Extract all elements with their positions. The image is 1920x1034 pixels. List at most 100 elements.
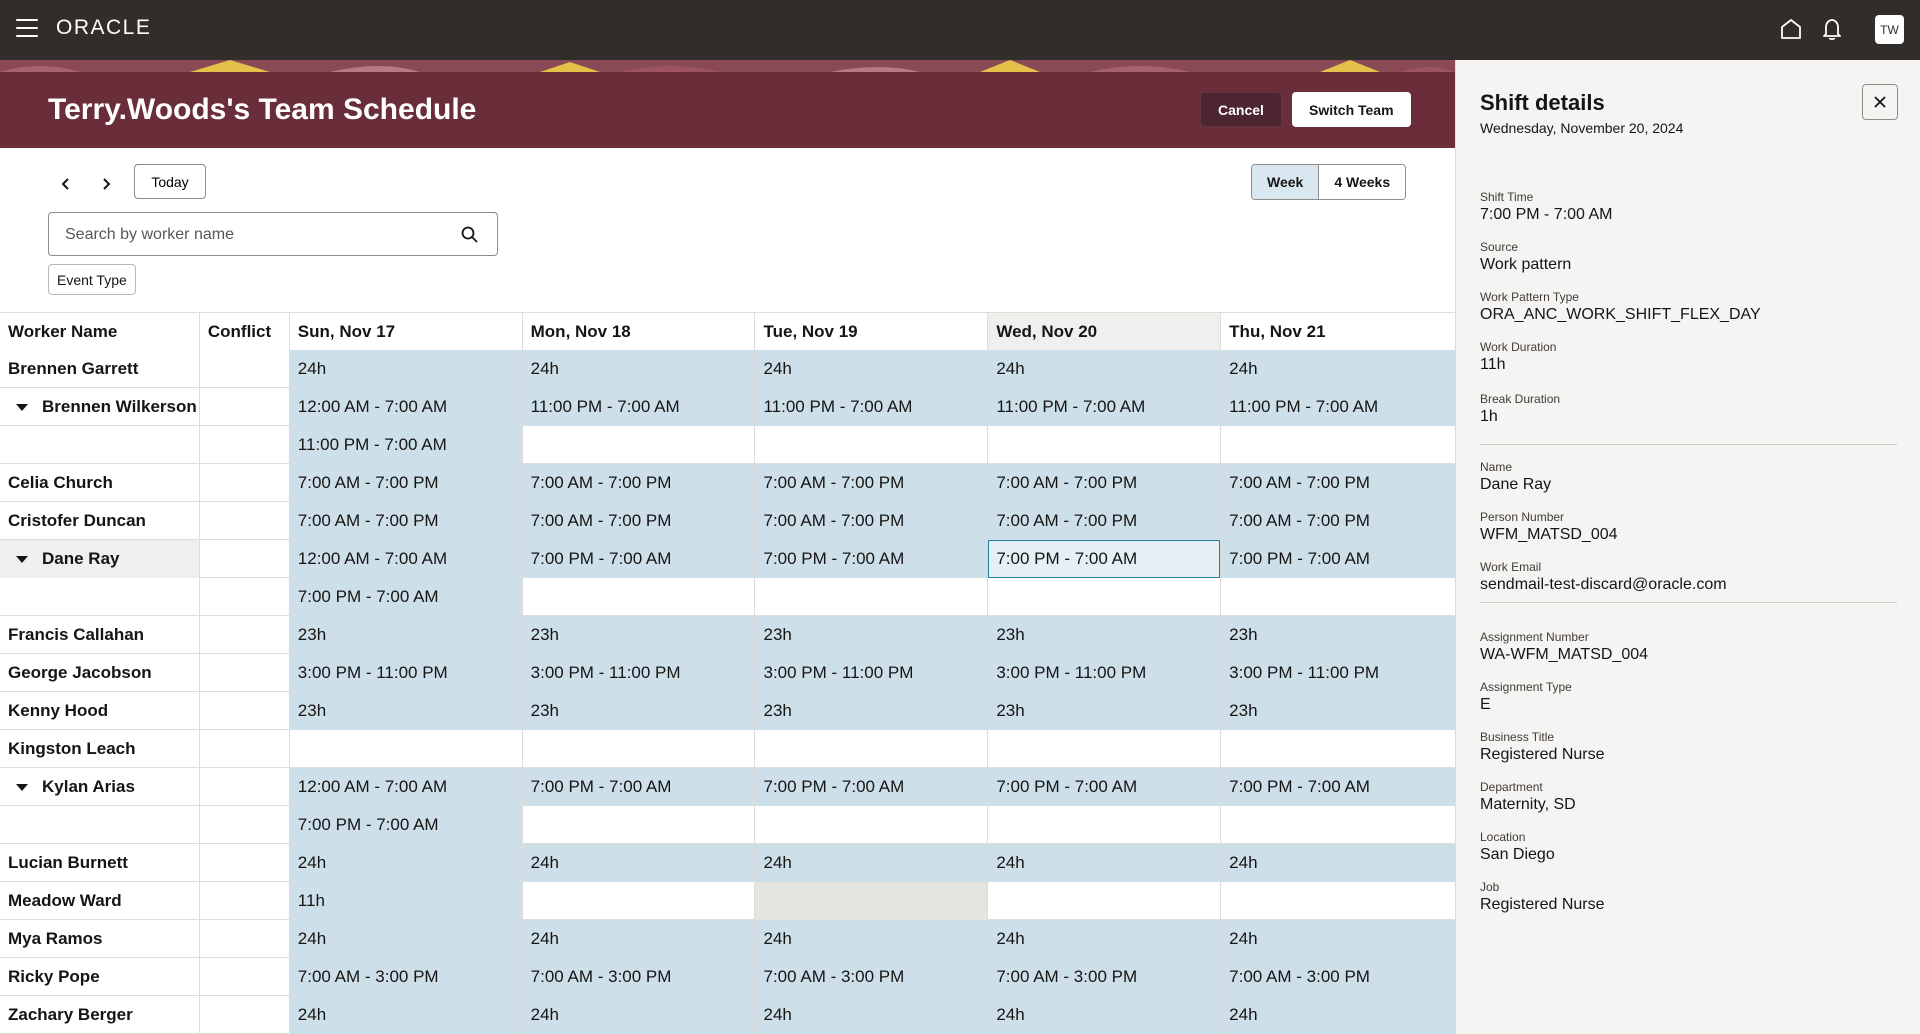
column-header-worker-name[interactable]: Worker Name	[0, 313, 200, 351]
worker-name-cell[interactable]: Lucian Burnett	[0, 844, 200, 882]
shift-cell[interactable]: 24h	[522, 350, 756, 388]
worker-name-cell[interactable]: Kenny Hood	[0, 692, 200, 730]
shift-cell[interactable]: 24h	[1221, 350, 1456, 388]
shift-cell[interactable]: 7:00 PM - 7:00 AM	[988, 768, 1222, 806]
home-icon[interactable]	[1780, 18, 1802, 40]
shift-cell[interactable]: 23h	[988, 616, 1222, 654]
shift-cell[interactable]: 23h	[988, 692, 1222, 730]
shift-cell[interactable]: 23h	[1221, 692, 1456, 730]
column-header-sun[interactable]: Sun, Nov 17	[289, 313, 523, 351]
shift-cell[interactable]: 7:00 AM - 7:00 PM	[988, 464, 1222, 502]
empty-day-cell[interactable]	[755, 426, 989, 464]
expand-caret-icon[interactable]	[16, 403, 28, 411]
view-week-button[interactable]: Week	[1252, 165, 1320, 199]
shift-cell[interactable]: 7:00 AM - 7:00 PM	[1221, 464, 1456, 502]
empty-day-cell[interactable]	[1221, 578, 1455, 616]
column-header-tue[interactable]: Tue, Nov 19	[755, 313, 989, 351]
shift-cell[interactable]: 7:00 PM - 7:00 AM	[289, 806, 523, 844]
shift-cell[interactable]: 12:00 AM - 7:00 AM	[289, 540, 523, 578]
shift-cell[interactable]: 7:00 PM - 7:00 AM	[289, 578, 523, 616]
empty-day-cell[interactable]	[523, 426, 756, 464]
shift-cell[interactable]: 23h	[755, 616, 989, 654]
shift-cell[interactable]: 7:00 PM - 7:00 AM	[522, 540, 756, 578]
shift-cell[interactable]: 7:00 PM - 7:00 AM	[755, 768, 989, 806]
worker-name-cell[interactable]: Dane Ray	[0, 540, 200, 578]
shift-cell[interactable]: 12:00 AM - 7:00 AM	[289, 768, 523, 806]
shift-cell[interactable]: 23h	[522, 616, 756, 654]
empty-day-cell[interactable]	[523, 882, 756, 920]
empty-day-cell[interactable]	[988, 426, 1222, 464]
shift-cell[interactable]: 11:00 PM - 7:00 AM	[289, 426, 523, 464]
empty-day-cell[interactable]	[755, 806, 989, 844]
next-week-button[interactable]	[93, 171, 119, 197]
shift-cell[interactable]: 24h	[522, 996, 756, 1034]
shift-cell[interactable]: 24h	[289, 920, 523, 958]
notifications-bell-icon[interactable]	[1821, 17, 1843, 41]
shift-cell[interactable]: 11h	[289, 882, 523, 920]
empty-day-cell[interactable]	[523, 578, 756, 616]
column-header-mon[interactable]: Mon, Nov 18	[522, 313, 756, 351]
shift-cell[interactable]: 7:00 AM - 3:00 PM	[1221, 958, 1456, 996]
shift-cell[interactable]: 24h	[1221, 920, 1456, 958]
empty-day-cell[interactable]	[290, 730, 523, 768]
column-header-wed[interactable]: Wed, Nov 20	[988, 313, 1222, 351]
view-4-weeks-button[interactable]: 4 Weeks	[1319, 165, 1406, 199]
shift-cell[interactable]: 23h	[755, 692, 989, 730]
shift-cell[interactable]: 7:00 PM - 7:00 AM	[1221, 768, 1456, 806]
shift-cell[interactable]: 7:00 AM - 7:00 PM	[988, 502, 1222, 540]
shift-cell[interactable]: 7:00 AM - 7:00 PM	[289, 502, 523, 540]
shift-cell[interactable]: 24h	[522, 920, 756, 958]
empty-day-cell[interactable]	[1221, 882, 1455, 920]
worker-name-cell[interactable]: Cristofer Duncan	[0, 502, 200, 540]
shift-cell[interactable]: 24h	[755, 844, 989, 882]
empty-day-cell[interactable]	[755, 578, 989, 616]
user-avatar[interactable]: TW	[1875, 15, 1904, 44]
shift-cell[interactable]: 24h	[755, 996, 989, 1034]
cancel-button[interactable]: Cancel	[1200, 92, 1282, 127]
worker-name-cell[interactable]: Brennen Garrett	[0, 350, 200, 388]
shift-cell[interactable]: 11:00 PM - 7:00 AM	[522, 388, 756, 426]
shift-cell[interactable]: 7:00 AM - 7:00 PM	[755, 464, 989, 502]
worker-name-cell[interactable]: Kingston Leach	[0, 730, 200, 768]
empty-day-cell[interactable]	[755, 730, 989, 768]
worker-name-cell[interactable]: Zachary Berger	[0, 996, 200, 1034]
empty-day-cell[interactable]	[1221, 806, 1455, 844]
shift-cell[interactable]: 24h	[988, 844, 1222, 882]
shift-cell[interactable]: 3:00 PM - 11:00 PM	[1221, 654, 1456, 692]
shift-cell[interactable]: 3:00 PM - 11:00 PM	[522, 654, 756, 692]
shift-cell[interactable]: 7:00 AM - 3:00 PM	[522, 958, 756, 996]
empty-day-cell[interactable]	[988, 882, 1222, 920]
shift-cell[interactable]: 24h	[988, 920, 1222, 958]
shift-cell[interactable]: 24h	[988, 996, 1222, 1034]
shift-cell[interactable]: 11:00 PM - 7:00 AM	[755, 388, 989, 426]
worker-name-cell[interactable]: Francis Callahan	[0, 616, 200, 654]
event-type-filter-chip[interactable]: Event Type	[48, 264, 136, 295]
shift-cell[interactable]: 7:00 PM - 7:00 AM	[755, 540, 989, 578]
column-header-thu[interactable]: Thu, Nov 21	[1221, 313, 1456, 351]
empty-day-cell[interactable]	[988, 806, 1222, 844]
empty-day-cell[interactable]	[988, 730, 1222, 768]
previous-week-button[interactable]	[53, 171, 79, 197]
shift-cell[interactable]: 7:00 AM - 3:00 PM	[988, 958, 1222, 996]
shift-cell[interactable]: 7:00 AM - 7:00 PM	[289, 464, 523, 502]
search-input[interactable]	[65, 223, 445, 247]
shift-cell[interactable]: 3:00 PM - 11:00 PM	[988, 654, 1222, 692]
shift-cell[interactable]: 7:00 PM - 7:00 AM	[1221, 540, 1456, 578]
shift-cell[interactable]: 23h	[289, 692, 523, 730]
today-button[interactable]: Today	[134, 164, 206, 199]
menu-icon[interactable]	[16, 19, 38, 39]
worker-name-cell[interactable]: Mya Ramos	[0, 920, 200, 958]
shift-cell[interactable]: 24h	[289, 350, 523, 388]
expand-caret-icon[interactable]	[16, 783, 28, 791]
shift-cell[interactable]: 23h	[522, 692, 756, 730]
shift-cell[interactable]: 11:00 PM - 7:00 AM	[988, 388, 1222, 426]
empty-day-cell[interactable]	[523, 806, 756, 844]
shift-cell[interactable]: 24h	[1221, 996, 1456, 1034]
worker-name-cell[interactable]: Ricky Pope	[0, 958, 200, 996]
shift-cell[interactable]: 7:00 AM - 3:00 PM	[289, 958, 523, 996]
worker-name-cell[interactable]: Brennen Wilkerson	[0, 388, 200, 426]
switch-team-button[interactable]: Switch Team	[1292, 92, 1411, 127]
search-icon[interactable]	[460, 225, 480, 245]
shift-cell[interactable]: 24h	[289, 844, 523, 882]
shift-cell[interactable]: 7:00 AM - 7:00 PM	[1221, 502, 1456, 540]
